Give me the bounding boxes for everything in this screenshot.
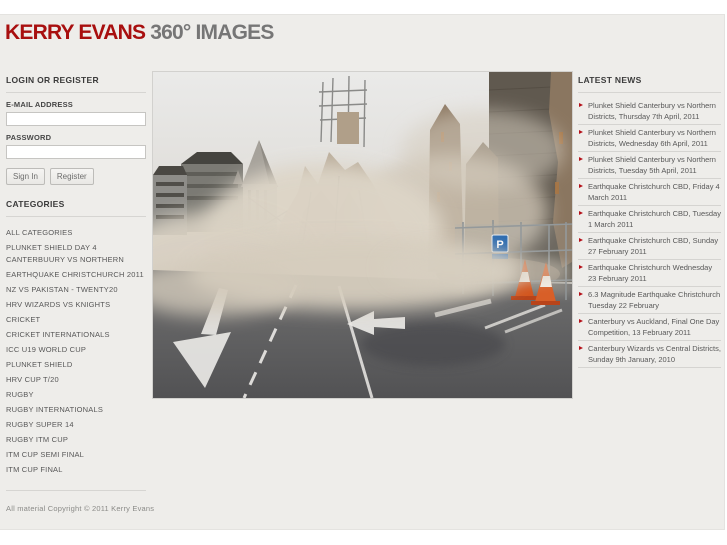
site-title: KERRY EVANS 360° IMAGES [5,21,274,44]
right-sidebar: LATEST NEWS Plunket Shield Canterbury vs… [578,71,721,368]
news-link[interactable]: Plunket Shield Canterbury vs Northern Di… [578,98,721,125]
arrow-bullet-icon [579,265,583,269]
photo-earthquake-dust-cloud[interactable]: P [152,71,573,399]
category-link[interactable]: RUGBY ITM CUP [6,434,146,446]
news-link[interactable]: Canterbury vs Auckland, Final One Day Co… [578,314,721,341]
arrow-bullet-icon [579,346,583,350]
arrow-bullet-icon [579,238,583,242]
category-link[interactable]: HRV CUP T/20 [6,374,146,386]
sign-in-button[interactable]: Sign In [6,168,45,185]
latest-news-heading: LATEST NEWS [578,71,721,93]
category-link[interactable]: CRICKET INTERNATIONALS [6,329,146,341]
category-link[interactable]: RUGBY [6,389,146,401]
category-link[interactable]: ALL CATEGORIES [6,227,146,239]
site-title-red: KERRY EVANS [5,21,146,44]
site-logo-reflection: KERRY EVANS 360° IMAGES [5,44,274,62]
category-link[interactable]: ITM CUP FINAL [6,464,146,476]
category-link[interactable]: PLUNKET SHIELD DAY 4 CANTERBUURY VS NORT… [6,242,146,266]
arrow-bullet-icon [579,319,583,323]
login-heading: LOGIN OR REGISTER [6,71,146,93]
arrow-bullet-icon [579,184,583,188]
email-input[interactable] [6,112,146,126]
categories-heading: CATEGORIES [6,195,146,217]
photo-illustration: P [153,72,572,398]
category-link[interactable]: ICC U19 WORLD CUP [6,344,146,356]
category-link[interactable]: NZ VS PAKISTAN - TWENTY20 [6,284,146,296]
category-link[interactable]: ITM CUP SEMI FINAL [6,449,146,461]
arrow-bullet-icon [579,103,583,107]
register-button[interactable]: Register [49,168,94,185]
news-link[interactable]: Earthquake Christchurch CBD, Friday 4 Ma… [578,179,721,206]
news-link[interactable]: Earthquake Christchurch CBD, Sunday 27 F… [578,233,721,260]
news-list: Plunket Shield Canterbury vs Northern Di… [578,98,721,368]
category-link[interactable]: RUGBY INTERNATIONALS [6,404,146,416]
password-input[interactable] [6,145,146,159]
news-link[interactable]: Canterbury Wizards vs Central Districts,… [578,341,721,368]
main-container: KERRY EVANS 360° IMAGES KERRY EVANS 360°… [0,14,725,530]
arrow-bullet-icon [579,292,583,296]
copyright-text: All material Copyright © 2011 Kerry Evan… [6,504,155,513]
site-logo[interactable]: KERRY EVANS 360° IMAGES [5,21,274,45]
login-buttons: Sign In Register [6,168,146,185]
arrow-bullet-icon [579,157,583,161]
category-link[interactable]: PLUNKET SHIELD [6,359,146,371]
category-list: ALL CATEGORIES PLUNKET SHIELD DAY 4 CANT… [6,227,146,491]
page: KERRY EVANS 360° IMAGES KERRY EVANS 360°… [0,0,727,545]
news-link[interactable]: Plunket Shield Canterbury vs Northern Di… [578,125,721,152]
news-link[interactable]: Plunket Shield Canterbury vs Northern Di… [578,152,721,179]
password-label: PASSWORD [6,133,52,142]
email-label: E-MAIL ADDRESS [6,100,73,109]
category-link[interactable]: RUGBY SUPER 14 [6,419,146,431]
news-link[interactable]: 6.3 Magnitude Earthquake Christchurch Tu… [578,287,721,314]
news-link[interactable]: Earthquake Christchurch Wednesday 23 Feb… [578,260,721,287]
left-sidebar: LOGIN OR REGISTER E-MAIL ADDRESS PASSWOR… [6,71,146,491]
arrow-bullet-icon [579,130,583,134]
category-link[interactable]: HRV WIZARDS VS KNIGHTS [6,299,146,311]
category-link[interactable]: CRICKET [6,314,146,326]
arrow-bullet-icon [579,211,583,215]
parking-sign-label: P [496,239,503,251]
category-link[interactable]: EARTHQUAKE CHRISTCHURCH 2011 [6,269,146,281]
news-link[interactable]: Earthquake Christchurch CBD, Tuesday 1 M… [578,206,721,233]
